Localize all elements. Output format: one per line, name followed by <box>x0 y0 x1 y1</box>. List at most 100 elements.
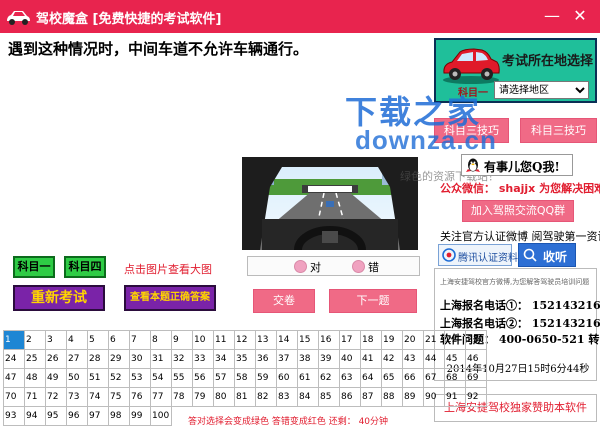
close-button[interactable]: ✕ <box>569 4 591 28</box>
question-cell[interactable]: 83 <box>276 387 298 407</box>
question-cell[interactable]: 75 <box>108 387 130 407</box>
radio-true[interactable] <box>294 260 307 273</box>
option-false[interactable]: 错 <box>352 259 379 275</box>
question-cell[interactable]: 61 <box>297 368 319 388</box>
question-cell[interactable]: 33 <box>192 349 214 369</box>
question-cell[interactable]: 88 <box>381 387 403 407</box>
question-cell[interactable]: 85 <box>318 387 340 407</box>
question-cell[interactable]: 67 <box>423 368 445 388</box>
question-cell[interactable]: 41 <box>360 349 382 369</box>
question-cell[interactable]: 96 <box>66 406 88 426</box>
question-cell[interactable]: 24 <box>3 349 25 369</box>
question-scene-image[interactable] <box>242 157 418 250</box>
option-true[interactable]: 对 <box>294 259 321 275</box>
question-cell[interactable]: 63 <box>339 368 361 388</box>
region-select[interactable]: 请选择地区 <box>494 81 589 99</box>
question-cell[interactable]: 12 <box>234 330 256 350</box>
question-cell[interactable]: 72 <box>45 387 67 407</box>
question-cell[interactable]: 29 <box>108 349 130 369</box>
question-cell[interactable]: 43 <box>402 349 424 369</box>
retest-button[interactable]: 重新考试 <box>13 285 105 311</box>
qq-chat-button[interactable]: 有事儿您Q我! <box>461 154 573 176</box>
question-cell[interactable]: 19 <box>381 330 403 350</box>
question-cell[interactable]: 6 <box>108 330 130 350</box>
question-cell[interactable]: 51 <box>87 368 109 388</box>
question-cell[interactable]: 48 <box>24 368 46 388</box>
question-cell[interactable]: 91 <box>444 387 466 407</box>
question-cell[interactable]: 59 <box>255 368 277 388</box>
question-cell[interactable]: 26 <box>45 349 67 369</box>
question-cell[interactable]: 79 <box>192 387 214 407</box>
question-cell[interactable]: 74 <box>87 387 109 407</box>
question-cell[interactable]: 15 <box>297 330 319 350</box>
question-cell[interactable]: 65 <box>381 368 403 388</box>
question-cell[interactable]: 11 <box>213 330 235 350</box>
question-cell[interactable]: 40 <box>339 349 361 369</box>
question-cell[interactable]: 55 <box>171 368 193 388</box>
question-cell[interactable]: 58 <box>234 368 256 388</box>
question-cell[interactable]: 82 <box>255 387 277 407</box>
subject1-button[interactable]: 科目一 <box>13 256 55 278</box>
question-cell[interactable]: 49 <box>45 368 67 388</box>
question-cell[interactable]: 27 <box>66 349 88 369</box>
question-cell[interactable]: 87 <box>360 387 382 407</box>
follow-button[interactable]: 收听 <box>518 243 576 267</box>
question-cell[interactable]: 99 <box>129 406 151 426</box>
question-cell[interactable]: 92 <box>465 387 487 407</box>
question-cell[interactable]: 69 <box>465 368 487 388</box>
question-cell[interactable]: 42 <box>381 349 403 369</box>
join-qq-group-button[interactable]: 加入驾照交流QQ群 <box>462 200 574 222</box>
question-cell[interactable]: 54 <box>150 368 172 388</box>
subject3-tips-button-2[interactable]: 科目三技巧 <box>520 118 597 143</box>
question-cell[interactable]: 95 <box>45 406 67 426</box>
question-cell[interactable]: 7 <box>129 330 151 350</box>
question-cell[interactable]: 70 <box>3 387 25 407</box>
question-cell[interactable]: 90 <box>423 387 445 407</box>
question-cell[interactable]: 25 <box>24 349 46 369</box>
question-cell[interactable]: 39 <box>318 349 340 369</box>
question-cell[interactable]: 89 <box>402 387 424 407</box>
question-cell[interactable]: 50 <box>66 368 88 388</box>
question-cell[interactable]: 1 <box>3 330 25 350</box>
question-cell[interactable]: 93 <box>3 406 25 426</box>
question-cell[interactable]: 66 <box>402 368 424 388</box>
question-cell[interactable]: 64 <box>360 368 382 388</box>
next-question-button[interactable]: 下一题 <box>329 289 417 313</box>
question-cell[interactable]: 23 <box>465 330 487 350</box>
question-cell[interactable]: 68 <box>444 368 466 388</box>
question-cell[interactable]: 35 <box>234 349 256 369</box>
question-cell[interactable]: 98 <box>108 406 130 426</box>
question-cell[interactable]: 20 <box>402 330 424 350</box>
question-cell[interactable]: 86 <box>339 387 361 407</box>
question-cell[interactable]: 34 <box>213 349 235 369</box>
tencent-verify-button[interactable]: 腾讯认证资料 <box>438 244 518 266</box>
question-cell[interactable]: 2 <box>24 330 46 350</box>
question-cell[interactable]: 57 <box>213 368 235 388</box>
question-cell[interactable]: 18 <box>360 330 382 350</box>
question-cell[interactable]: 21 <box>423 330 445 350</box>
question-cell[interactable]: 17 <box>339 330 361 350</box>
radio-false[interactable] <box>352 260 365 273</box>
question-cell[interactable]: 16 <box>318 330 340 350</box>
question-cell[interactable]: 45 <box>444 349 466 369</box>
submit-exam-button[interactable]: 交卷 <box>253 289 315 313</box>
question-cell[interactable]: 78 <box>171 387 193 407</box>
question-cell[interactable]: 46 <box>465 349 487 369</box>
question-cell[interactable]: 36 <box>255 349 277 369</box>
question-cell[interactable]: 81 <box>234 387 256 407</box>
question-cell[interactable]: 76 <box>129 387 151 407</box>
question-cell[interactable]: 53 <box>129 368 151 388</box>
question-cell[interactable]: 62 <box>318 368 340 388</box>
question-cell[interactable]: 56 <box>192 368 214 388</box>
question-cell[interactable]: 3 <box>45 330 67 350</box>
question-cell[interactable]: 14 <box>276 330 298 350</box>
show-answer-button[interactable]: 查看本题正确答案 <box>124 285 216 311</box>
question-cell[interactable]: 60 <box>276 368 298 388</box>
question-cell[interactable]: 73 <box>66 387 88 407</box>
question-cell[interactable]: 8 <box>150 330 172 350</box>
question-cell[interactable]: 94 <box>24 406 46 426</box>
question-cell[interactable]: 28 <box>87 349 109 369</box>
question-cell[interactable]: 31 <box>150 349 172 369</box>
question-cell[interactable]: 10 <box>192 330 214 350</box>
question-cell[interactable]: 13 <box>255 330 277 350</box>
